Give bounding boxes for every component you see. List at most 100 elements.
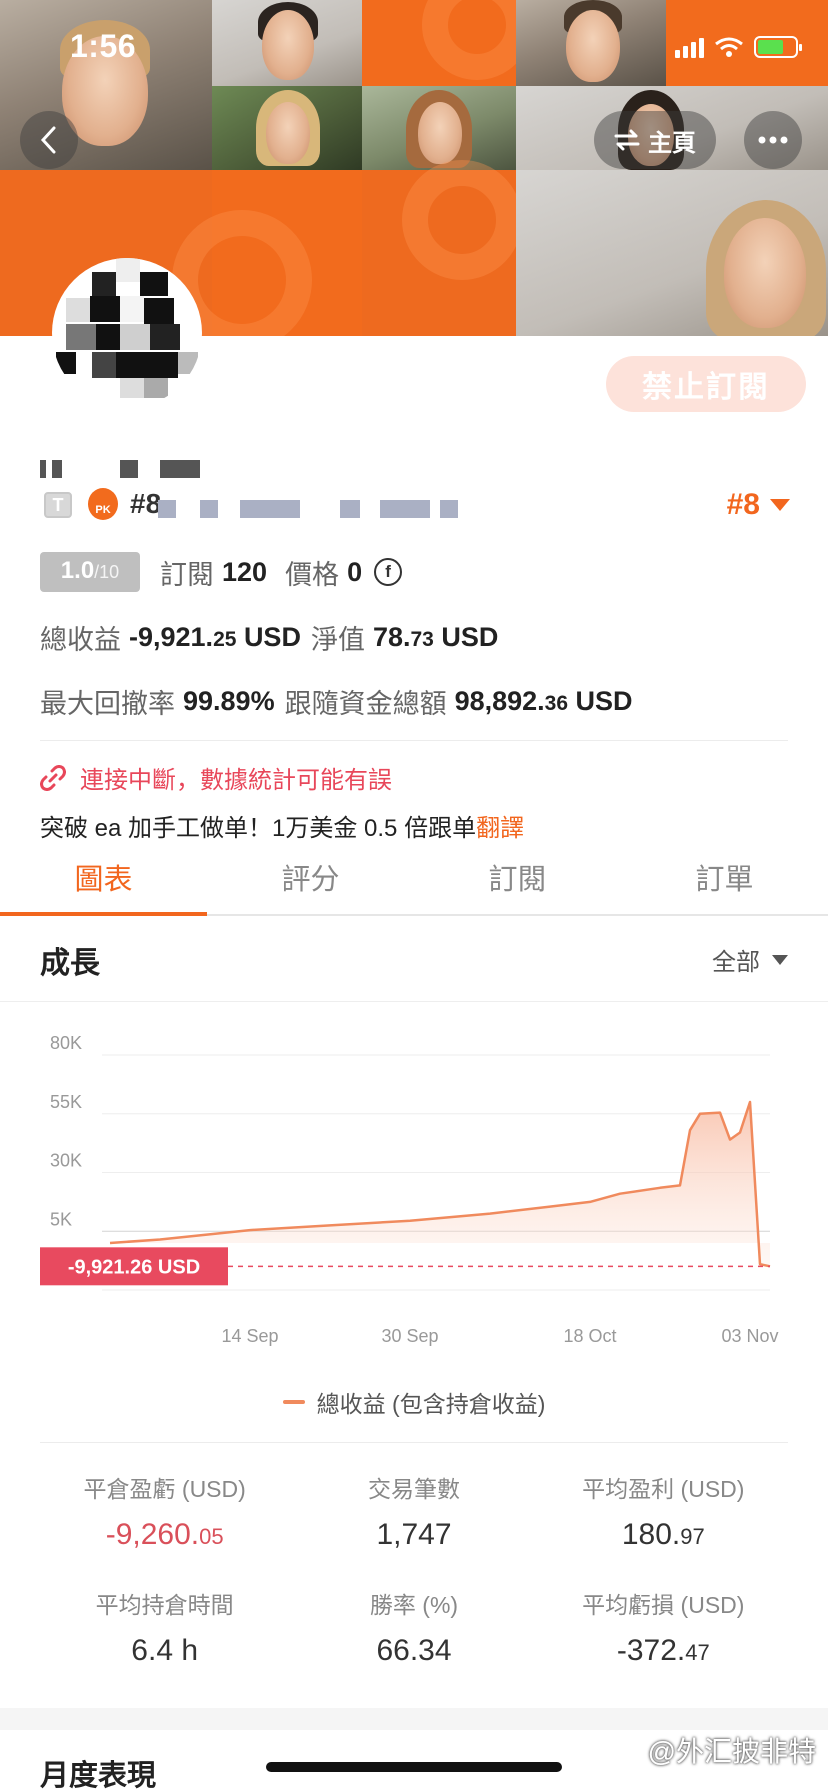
stat-win-rate: 勝率 (%) 66.34	[369, 1592, 459, 1667]
range-filter[interactable]: 全部	[712, 942, 788, 977]
tab-subscription[interactable]: 訂閱	[414, 850, 621, 914]
id-redacted	[380, 500, 430, 518]
current-value-label: -9,921.26 USD	[68, 1256, 200, 1278]
stat-avg-loss: 平均虧損 (USD) -372.47	[582, 1592, 745, 1667]
battery-icon	[754, 36, 802, 58]
id-row: T PK #8 #8	[40, 488, 790, 522]
max-drawdown-value: 99.89%	[183, 686, 275, 716]
y-tick-label: 30K	[50, 1151, 82, 1171]
legend-label: 總收益 (包含持倉收益)	[316, 1391, 546, 1417]
description-text: 突破 ea 加手工做单！1万美金 0.5 倍跟单	[40, 815, 477, 842]
id-redacted	[240, 500, 300, 518]
wifi-icon	[715, 37, 743, 57]
tab-orders[interactable]: 訂單	[621, 850, 828, 914]
name-redacted	[40, 460, 46, 478]
connection-warning: 連接中斷，數據統計可能有誤	[40, 760, 392, 795]
home-button[interactable]: 主頁	[594, 111, 716, 169]
x-tick-label: 18 Oct	[563, 1326, 616, 1346]
name-redacted	[52, 460, 62, 478]
equity-label: 淨值	[310, 625, 365, 655]
banner-tile	[172, 170, 362, 336]
status-time: 1:56	[70, 28, 137, 64]
price-label: 價格	[285, 559, 340, 590]
follow-funds-value: 98,892.36 USD	[454, 686, 633, 716]
section-title: 成長	[40, 947, 100, 980]
trader-profile-page: 1:56 主頁 禁止訂閱 T PK #8 #8 1.0 /10 訂閱 120 價…	[0, 0, 828, 1792]
id-redacted	[340, 500, 360, 518]
chart-legend: 總收益 (包含持倉收益)	[0, 1385, 828, 1419]
banner-tile	[362, 160, 522, 336]
more-button[interactable]	[744, 111, 802, 169]
name-redacted	[160, 460, 200, 478]
coin-icon: f	[374, 558, 403, 586]
trader-id: #8	[130, 488, 162, 519]
max-drawdown-label: 最大回撤率	[40, 689, 175, 719]
banner-photo	[212, 0, 362, 86]
score-badge: 1.0/10	[40, 552, 140, 592]
status-icons	[675, 36, 802, 58]
swap-icon	[614, 129, 640, 151]
banner-tile	[362, 0, 532, 86]
y-tick-label: 5K	[50, 1209, 72, 1229]
stat-trade-count: 交易筆數 1,747	[367, 1476, 460, 1551]
home-indicator[interactable]	[266, 1762, 562, 1772]
growth-chart: 80K55K30K5K-20K 14 Sep30 Sep18 Oct03 Nov…	[40, 1033, 779, 1346]
follow-funds-label: 跟隨資金總額	[284, 689, 447, 719]
price-value: 0	[347, 556, 363, 587]
rank-dropdown[interactable]: #8	[727, 488, 790, 522]
subscriptions-label: 訂閱	[160, 559, 214, 590]
warning-text: 連接中斷，數據統計可能有誤	[80, 767, 392, 794]
divider	[40, 1442, 788, 1443]
monthly-performance-title: 月度表現	[40, 1760, 157, 1792]
description: 突破 ea 加手工做单！1万美金 0.5 倍跟单翻譯	[40, 808, 524, 843]
signal-icon	[675, 36, 704, 58]
score-row: 1.0/10 訂閱 120 價格 0 f	[40, 552, 403, 592]
caret-down-icon	[770, 499, 790, 511]
pk-badge[interactable]: PK	[88, 488, 118, 520]
filter-label: 全部	[712, 949, 760, 976]
id-redacted	[440, 500, 458, 518]
y-tick-label: 80K	[50, 1033, 82, 1053]
equity-value: 78.73 USD	[372, 622, 499, 652]
profit-row: 總收益 -9,921.25 USD 淨值 78.73 USD	[40, 618, 508, 657]
banner-photo	[516, 0, 666, 86]
home-label: 主頁	[648, 129, 696, 157]
divider	[40, 740, 788, 741]
id-redacted	[200, 500, 218, 518]
name-redacted	[120, 460, 138, 478]
avatar[interactable]	[52, 258, 202, 408]
stat-closed-pnl: 平倉盈虧 (USD) -9,260.05	[83, 1476, 246, 1551]
banner-photo	[212, 86, 362, 170]
area-fill	[110, 1102, 770, 1267]
subscriptions-value: 120	[222, 556, 268, 587]
x-tick-label: 03 Nov	[721, 1326, 778, 1346]
total-profit-value: -9,921.25 USD	[129, 622, 301, 652]
watermark: @外汇披非特	[647, 1736, 816, 1767]
x-tick-label: 30 Sep	[381, 1326, 438, 1346]
growth-section-header: 成長 全部	[0, 916, 828, 1002]
stats-grid: 平倉盈虧 (USD) -9,260.05 交易筆數 1,747 平均盈利 (US…	[40, 1470, 788, 1668]
drawdown-row: 最大回撤率 99.89% 跟隨資金總額 98,892.36 USD	[40, 682, 643, 721]
tab-chart[interactable]: 圖表	[0, 850, 207, 916]
broken-link-icon	[40, 764, 66, 791]
total-profit-label: 總收益	[40, 625, 121, 655]
tab-rating[interactable]: 評分	[207, 850, 414, 914]
section-separator	[0, 1708, 828, 1730]
legend-swatch	[282, 1400, 305, 1404]
y-tick-label: 55K	[50, 1092, 82, 1112]
caret-down-icon	[772, 954, 788, 965]
banner-photo	[516, 170, 828, 336]
back-button[interactable]	[20, 111, 78, 169]
stat-avg-profit: 平均盈利 (USD) 180.97	[582, 1476, 745, 1551]
rank-value: #8	[726, 488, 760, 521]
subscribe-button[interactable]: 禁止訂閱	[606, 356, 806, 412]
chevron-left-icon	[40, 126, 56, 154]
translate-link[interactable]: 翻譯	[476, 815, 524, 842]
type-badge: T	[44, 492, 72, 518]
tab-bar: 圖表 評分 訂閱 訂單	[0, 850, 828, 916]
banner-photo	[362, 86, 516, 170]
x-tick-label: 14 Sep	[221, 1326, 278, 1346]
ellipsis-icon	[758, 136, 788, 144]
id-redacted	[158, 500, 176, 518]
stat-avg-hold-time: 平均持倉時間 6.4 h	[95, 1592, 234, 1667]
